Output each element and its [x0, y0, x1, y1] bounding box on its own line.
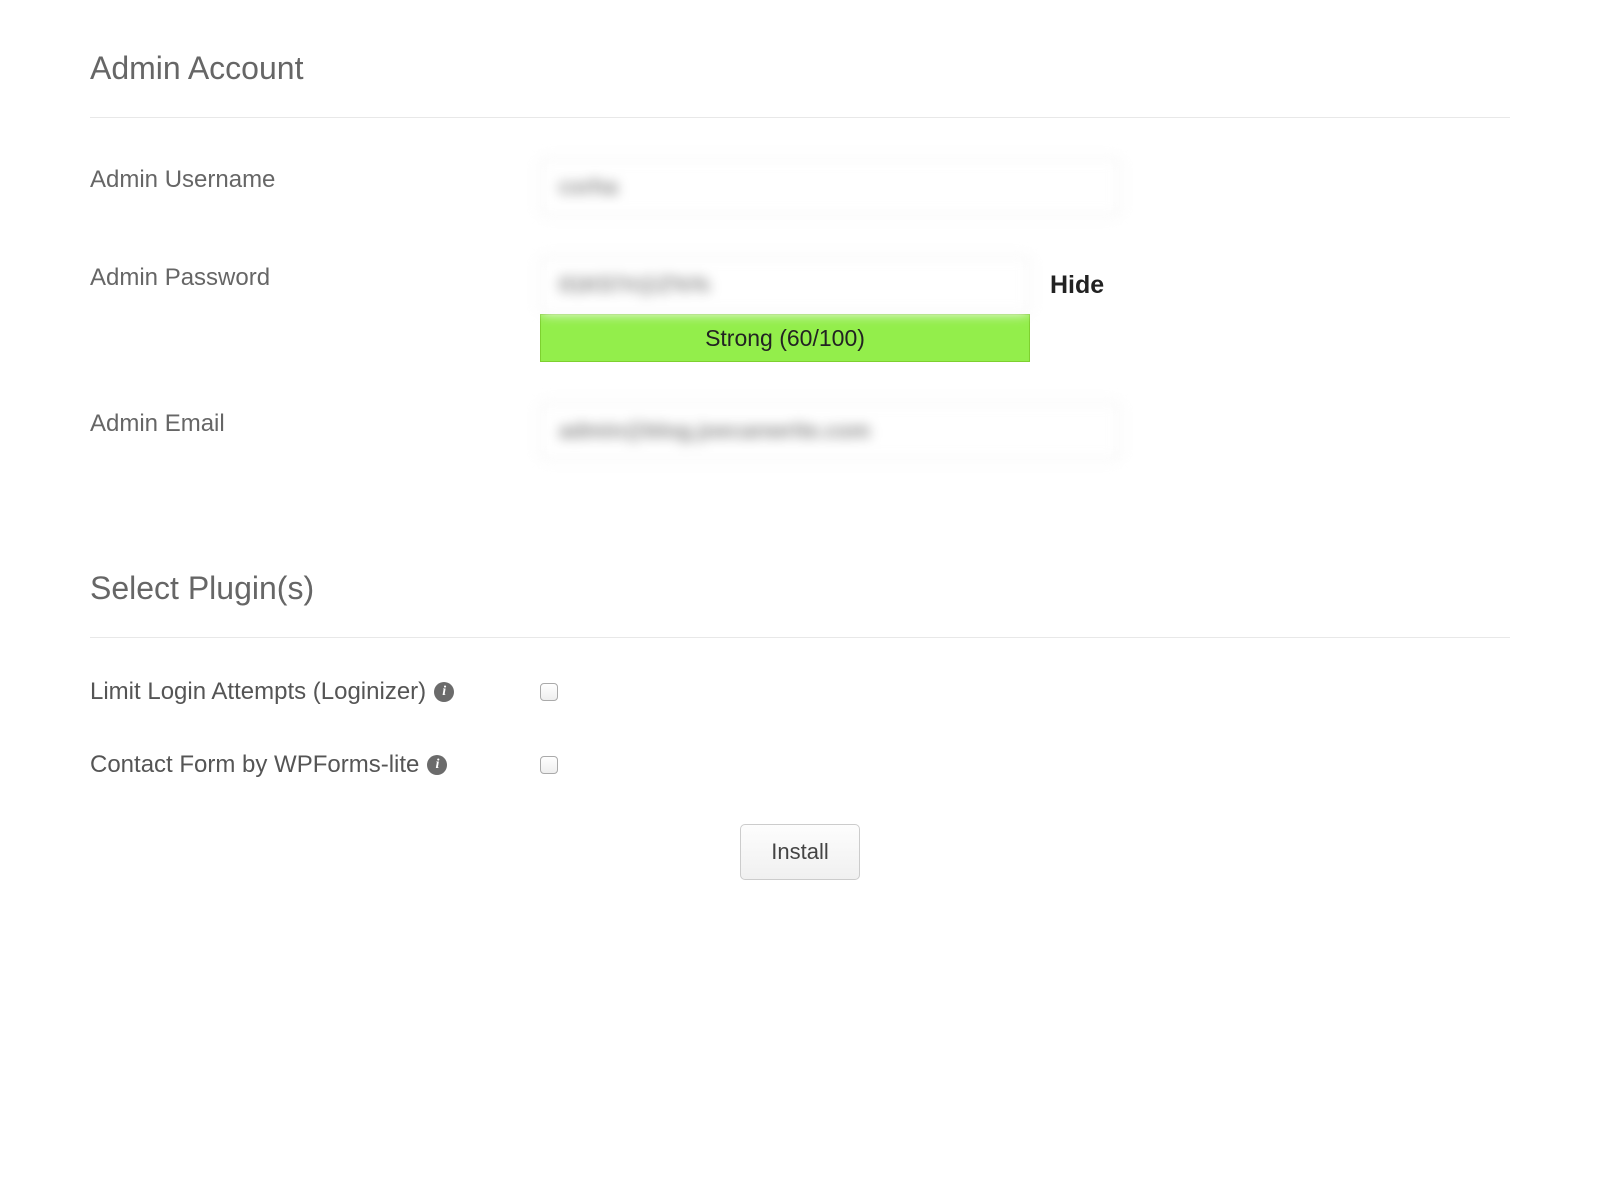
- admin-password-row: Admin Password Hide Strong (60/100): [90, 256, 1510, 362]
- admin-email-row: Admin Email: [90, 402, 1510, 460]
- select-plugins-title: Select Plugin(s): [90, 570, 1510, 607]
- admin-username-label: Admin Username: [90, 158, 540, 194]
- admin-account-title: Admin Account: [90, 50, 1510, 87]
- plugin-checkbox-wpforms[interactable]: [540, 756, 558, 774]
- info-icon[interactable]: i: [427, 755, 447, 775]
- install-button[interactable]: Install: [740, 824, 859, 880]
- admin-email-input[interactable]: [540, 402, 1120, 460]
- password-strength-bar: Strong (60/100): [540, 314, 1030, 362]
- admin-password-input[interactable]: [540, 256, 1030, 314]
- plugin-row-loginizer: Limit Login Attempts (Loginizer) i: [90, 678, 1510, 706]
- info-icon[interactable]: i: [434, 682, 454, 702]
- admin-username-input[interactable]: [540, 158, 1120, 216]
- divider: [90, 117, 1510, 118]
- plugin-checkbox-loginizer[interactable]: [540, 683, 558, 701]
- hide-password-button[interactable]: Hide: [1050, 271, 1104, 300]
- plugin-label: Limit Login Attempts (Loginizer): [90, 678, 426, 706]
- admin-email-label: Admin Email: [90, 402, 540, 438]
- divider: [90, 637, 1510, 638]
- admin-username-row: Admin Username: [90, 158, 1510, 216]
- plugin-row-wpforms: Contact Form by WPForms-lite i: [90, 751, 1510, 779]
- plugin-label: Contact Form by WPForms-lite: [90, 751, 419, 779]
- admin-password-label: Admin Password: [90, 256, 540, 292]
